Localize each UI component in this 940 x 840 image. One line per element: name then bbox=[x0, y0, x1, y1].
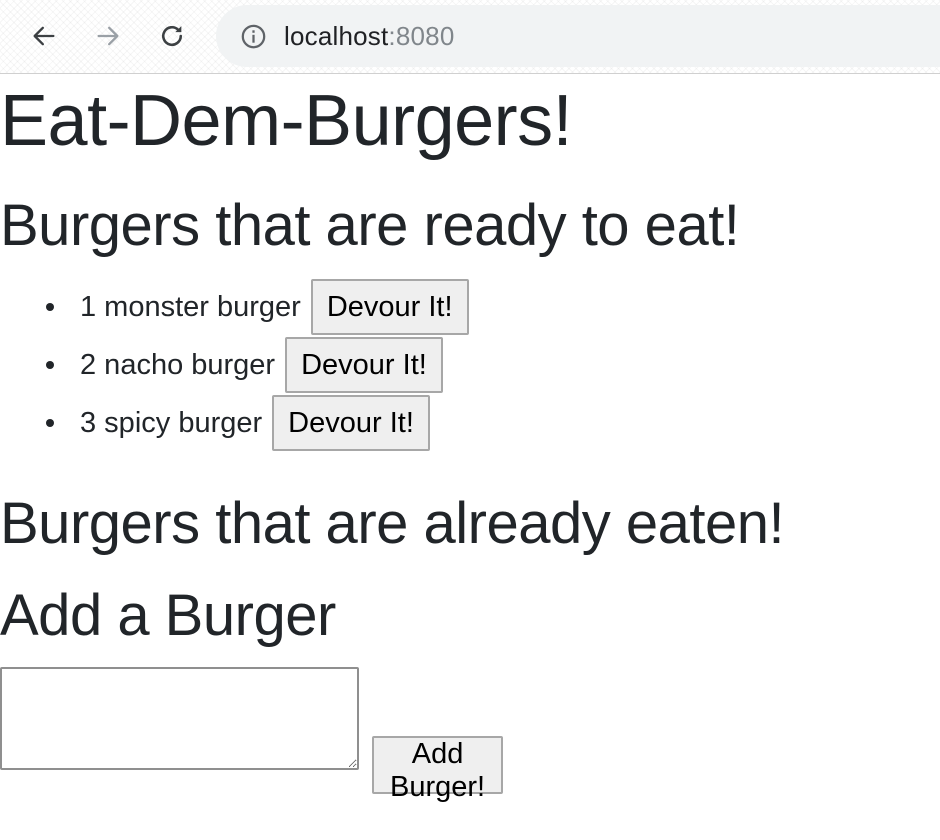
eaten-heading: Burgers that are already eaten! bbox=[0, 491, 785, 556]
arrow-left-icon bbox=[33, 26, 55, 46]
browser-toolbar: localhost:8080 bbox=[0, 0, 940, 74]
bullet-icon bbox=[46, 361, 54, 369]
list-item: 3 spicy burger Devour It! bbox=[0, 394, 469, 452]
list-item: 1 monster burger Devour It! bbox=[0, 278, 469, 336]
info-icon[interactable] bbox=[238, 21, 268, 51]
bullet-icon bbox=[46, 419, 54, 427]
add-heading: Add a Burger bbox=[0, 583, 336, 648]
url-port: :8080 bbox=[388, 20, 455, 51]
url-text: localhost:8080 bbox=[284, 21, 455, 52]
devour-button[interactable]: Devour It! bbox=[285, 337, 443, 393]
devour-button[interactable]: Devour It! bbox=[272, 395, 430, 451]
reload-icon bbox=[162, 25, 183, 47]
address-bar[interactable]: localhost:8080 bbox=[216, 5, 940, 67]
url-host: localhost bbox=[284, 20, 389, 51]
reload-button[interactable] bbox=[152, 16, 192, 56]
ready-heading: Burgers that are ready to eat! bbox=[0, 193, 740, 258]
burger-name-input[interactable] bbox=[0, 667, 359, 770]
forward-button[interactable] bbox=[88, 16, 128, 56]
back-button[interactable] bbox=[24, 16, 64, 56]
bullet-icon bbox=[46, 303, 54, 311]
ready-burger-list: 1 monster burger Devour It! 2 nacho burg… bbox=[0, 278, 469, 452]
devour-button[interactable]: Devour It! bbox=[310, 279, 469, 335]
list-item: 2 nacho burger Devour It! bbox=[0, 336, 469, 394]
burger-name: 2 nacho burger bbox=[80, 348, 276, 381]
burger-name: 3 spicy burger bbox=[80, 406, 263, 439]
add-burger-button[interactable]: Add Burger! bbox=[372, 736, 504, 803]
page-title: Eat-Dem-Burgers! bbox=[0, 81, 573, 161]
burger-name: 1 monster burger bbox=[80, 290, 301, 323]
arrow-right-icon bbox=[97, 26, 119, 46]
